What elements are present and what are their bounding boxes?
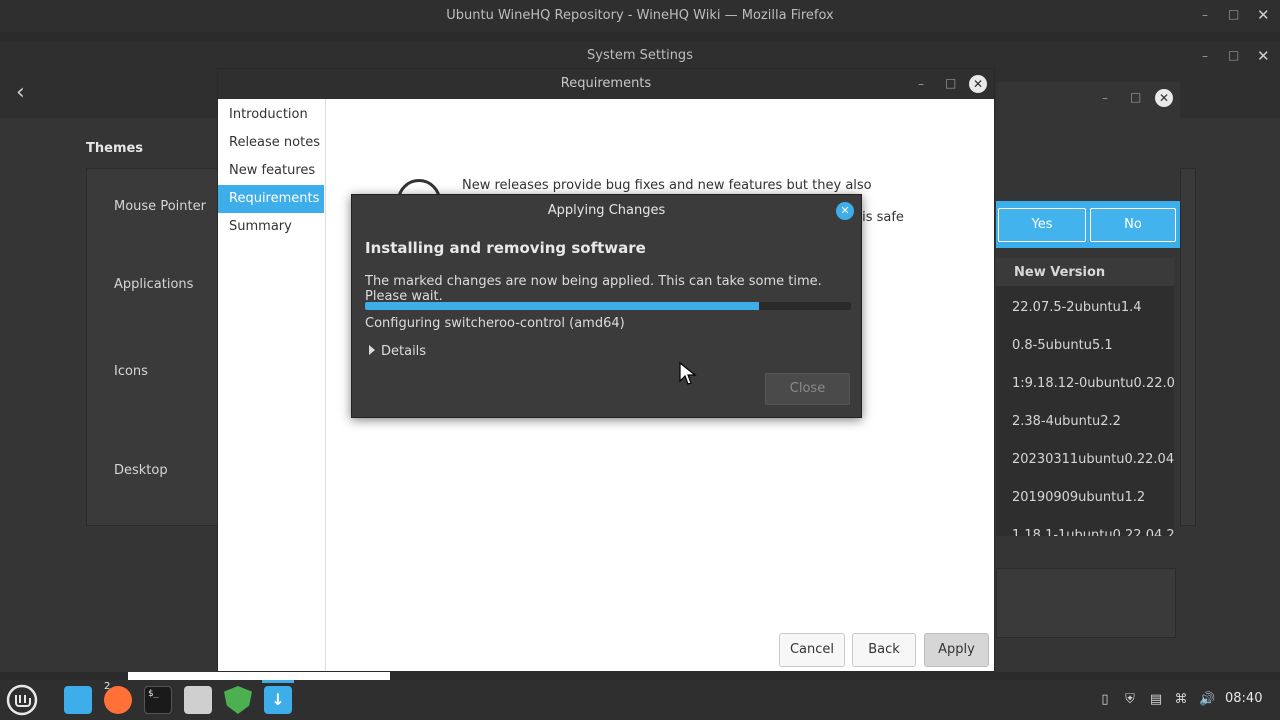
apply-button[interactable]: Apply [924, 633, 989, 667]
requirements-titlebar: Requirements – □ ✕ [218, 69, 994, 99]
back-button[interactable]: Back [852, 633, 916, 667]
wizard-sidebar: Introduction Release notes New features … [218, 99, 326, 671]
dialog-heading: Installing and removing software [365, 239, 646, 257]
settings-right-panel [1180, 168, 1196, 526]
details-expander[interactable]: Details [369, 344, 426, 359]
network-icon[interactable]: ⌘ [1173, 692, 1189, 708]
update-manager-window: – □ ✕ Yes No New Version 22.07.5-2ubuntu… [996, 82, 1180, 672]
list-item[interactable]: 0.8-5ubuntu5.1 [1012, 338, 1113, 353]
maximize-icon[interactable]: □ [1130, 90, 1141, 104]
active-indicator [262, 680, 294, 683]
requirements-title: Requirements [560, 76, 652, 91]
clipboard-icon[interactable]: ▯ [1097, 692, 1113, 708]
list-item[interactable]: 22.07.5-2ubuntu1.4 [1012, 300, 1142, 315]
close-icon[interactable]: ✕ [1155, 89, 1173, 107]
notification-badge: 2 [104, 681, 111, 692]
progress-bar [365, 302, 851, 310]
sidebar-item-requirements[interactable]: Requirements [218, 185, 324, 213]
sidebar-item-summary[interactable]: Summary [218, 213, 324, 241]
clock[interactable]: 08:40 [1225, 691, 1262, 706]
setting-icons[interactable]: Icons [114, 364, 148, 379]
volume-icon[interactable]: 🔊 [1199, 692, 1215, 708]
files-icon[interactable] [64, 686, 92, 714]
sidebar-item-release-notes[interactable]: Release notes [218, 129, 324, 157]
mouse-cursor-icon [679, 362, 697, 385]
firefox-title: Ubuntu WineHQ Repository - WineHQ Wiki —… [446, 8, 834, 23]
yes-button[interactable]: Yes [998, 208, 1086, 242]
no-button[interactable]: No [1090, 208, 1176, 242]
list-item[interactable]: 1:9.18.12-0ubuntu0.22.04. [1012, 376, 1174, 391]
taskbar: 2 $_ ↓ ▯ ⛨ ▤ ⌘ 🔊 08:40 [0, 672, 1280, 720]
minimize-icon[interactable]: – [918, 77, 924, 91]
mint-menu-icon[interactable] [6, 684, 38, 716]
update-manager-icon[interactable]: ↓ [264, 686, 292, 714]
setting-applications[interactable]: Applications [114, 277, 193, 292]
expand-triangle-icon [369, 345, 375, 355]
close-icon[interactable]: ✕ [1257, 6, 1270, 24]
minimize-icon[interactable]: – [1202, 8, 1208, 22]
close-icon[interactable]: ✕ [836, 202, 854, 220]
progress-fill [365, 302, 759, 310]
sidebar-item-introduction[interactable]: Introduction [218, 101, 324, 129]
progress-status: Configuring switcheroo-control (amd64) [365, 316, 625, 331]
list-item[interactable]: 2.38-4ubuntu2.2 [1012, 414, 1121, 429]
back-arrow-icon[interactable]: ‹ [16, 80, 25, 105]
details-label: Details [381, 344, 427, 359]
cancel-button[interactable]: Cancel [779, 633, 845, 667]
settings-title: System Settings [587, 48, 693, 63]
list-item[interactable]: 1.18.1-1ubuntu0.22.04.2 [1012, 528, 1174, 536]
maximize-icon[interactable]: □ [1228, 48, 1239, 62]
toggles-icon[interactable] [184, 686, 212, 714]
firefox-window: Ubuntu WineHQ Repository - WineHQ Wiki —… [0, 0, 1280, 32]
applying-changes-dialog: Applying Changes ✕ Installing and removi… [351, 194, 862, 418]
notes-icon[interactable]: ▤ [1148, 692, 1164, 708]
sidebar-item-new-features[interactable]: New features [218, 157, 324, 185]
window-strip [128, 672, 390, 680]
setting-desktop[interactable]: Desktop [114, 463, 168, 478]
column-header[interactable]: New Version [996, 258, 1174, 287]
shield-icon[interactable] [224, 686, 252, 714]
dialog-title: Applying Changes [547, 203, 666, 218]
section-heading: Themes [86, 141, 144, 156]
maximize-icon[interactable]: □ [1228, 7, 1239, 21]
list-item[interactable]: 20230311ubuntu0.22.04.1 [1012, 452, 1174, 467]
close-icon[interactable]: ✕ [1257, 47, 1270, 65]
description-panel [996, 568, 1176, 638]
minimize-icon[interactable]: – [1102, 91, 1108, 105]
column-header-label: New Version [1014, 265, 1106, 280]
dialog-message: The marked changes are now being applied… [365, 274, 822, 304]
setting-mouse-pointer[interactable]: Mouse Pointer [114, 199, 206, 214]
close-button[interactable]: Close [765, 373, 850, 405]
terminal-icon[interactable]: $_ [144, 686, 172, 714]
versions-list: 22.07.5-2ubuntu1.4 0.8-5ubuntu5.1 1:9.18… [996, 286, 1174, 536]
shield-tray-icon[interactable]: ⛨ [1122, 692, 1138, 708]
minimize-icon[interactable]: – [1202, 49, 1208, 63]
close-icon[interactable]: ✕ [969, 75, 987, 93]
list-item[interactable]: 20190909ubuntu1.2 [1012, 490, 1145, 505]
maximize-icon[interactable]: □ [945, 76, 956, 90]
